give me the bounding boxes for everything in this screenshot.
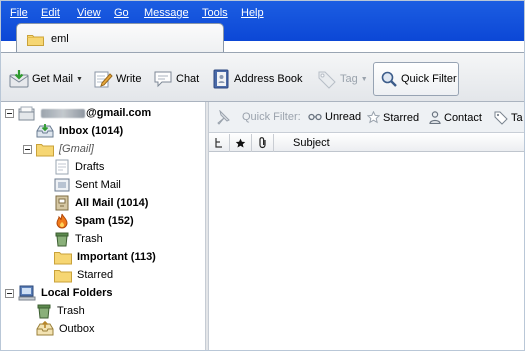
folder-inbox[interactable]: Inbox (1014) bbox=[36, 122, 123, 140]
archive-icon bbox=[55, 195, 69, 211]
tag-button[interactable]: Tag ▼ bbox=[317, 68, 368, 90]
star-icon bbox=[235, 138, 246, 148]
get-mail-button[interactable]: Get Mail ▼ bbox=[9, 68, 83, 90]
drafts-icon bbox=[55, 159, 69, 175]
sent-mail-icon bbox=[54, 178, 70, 192]
collapse-local-twisty-icon[interactable] bbox=[5, 289, 14, 298]
folder-icon bbox=[54, 269, 72, 282]
folder-outbox[interactable]: Outbox bbox=[36, 320, 94, 338]
write-icon bbox=[94, 71, 113, 88]
get-mail-icon bbox=[9, 70, 29, 88]
folder-important[interactable]: Important (113) bbox=[54, 248, 156, 266]
collapse-gmail-twisty-icon[interactable] bbox=[23, 145, 32, 154]
filter-contact-button[interactable]: Contact bbox=[429, 111, 482, 124]
menu-file[interactable]: File bbox=[10, 7, 28, 19]
quick-filter-button[interactable]: Quick Filter bbox=[373, 62, 459, 96]
thread-pane: Quick Filter: Unread Starred Contact Ta bbox=[209, 102, 524, 350]
filter-unread-button[interactable]: Unread bbox=[308, 111, 361, 123]
sticky-pin-icon[interactable] bbox=[214, 110, 233, 126]
address-book-button[interactable]: Address Book bbox=[211, 68, 302, 90]
thread-icon bbox=[215, 138, 222, 148]
magnifier-icon bbox=[381, 71, 397, 87]
menu-view[interactable]: View bbox=[77, 7, 101, 19]
thunderbird-window: File Edit View Go Message Tools Help eml… bbox=[0, 0, 525, 351]
glasses-icon bbox=[308, 113, 322, 121]
account-icon bbox=[18, 106, 35, 121]
tab-eml[interactable]: eml bbox=[16, 23, 224, 53]
folder-trash[interactable]: Trash bbox=[54, 230, 103, 248]
folder-sent-mail[interactable]: Sent Mail bbox=[54, 176, 121, 194]
write-button[interactable]: Write bbox=[93, 68, 141, 90]
quick-filter-label: Quick Filter: bbox=[242, 111, 301, 123]
folder-icon bbox=[27, 33, 44, 49]
inbox-icon bbox=[36, 124, 54, 138]
trash-icon bbox=[37, 304, 51, 319]
star-icon bbox=[367, 111, 380, 124]
filter-starred-button[interactable]: Starred bbox=[367, 111, 419, 124]
contact-person-icon bbox=[429, 111, 441, 124]
folder-pane: @gmail.com Inbox (1014) [Gmail] Drafts S… bbox=[1, 102, 205, 350]
folder-icon bbox=[54, 251, 72, 264]
menu-edit[interactable]: Edit bbox=[41, 7, 60, 19]
folder-starred[interactable]: Starred bbox=[54, 266, 113, 284]
tag-icon bbox=[494, 111, 508, 125]
menu-message[interactable]: Message bbox=[144, 7, 189, 19]
folder-all-mail[interactable]: All Mail (1014) bbox=[54, 194, 148, 212]
folder-local-folders[interactable]: Local Folders bbox=[18, 284, 113, 302]
folder-account-gmail[interactable]: @gmail.com bbox=[18, 104, 151, 122]
spam-flame-icon bbox=[56, 213, 68, 229]
redacted-username bbox=[41, 108, 85, 118]
folder-spam[interactable]: Spam (152) bbox=[54, 212, 134, 230]
chat-bubble-icon bbox=[154, 71, 172, 88]
column-thread[interactable] bbox=[209, 134, 230, 152]
main-toolbar: Get Mail ▼ Write Chat Address Book Tag ▼… bbox=[1, 52, 524, 102]
menu-tools[interactable]: Tools bbox=[202, 7, 228, 19]
collapse-twisty-icon[interactable] bbox=[5, 109, 14, 118]
folder-drafts[interactable]: Drafts bbox=[54, 158, 104, 176]
tag-dropdown-icon: ▼ bbox=[360, 75, 368, 83]
quick-filter-bar: Quick Filter: Unread Starred Contact Ta bbox=[209, 102, 524, 133]
computer-icon bbox=[18, 285, 36, 301]
folder-local-trash[interactable]: Trash bbox=[36, 302, 85, 320]
thread-column-header: Subject bbox=[209, 134, 524, 152]
outbox-icon bbox=[36, 321, 54, 336]
menu-go[interactable]: Go bbox=[114, 7, 129, 19]
column-attachment[interactable] bbox=[252, 134, 274, 152]
paperclip-icon bbox=[258, 137, 266, 149]
tag-icon bbox=[318, 71, 336, 89]
filter-tags-button[interactable]: Ta bbox=[494, 111, 523, 125]
address-book-icon bbox=[213, 69, 229, 89]
chevron-down-icon[interactable]: ▼ bbox=[76, 76, 83, 83]
folder-gmail[interactable]: [Gmail] bbox=[36, 140, 94, 158]
column-subject[interactable]: Subject bbox=[293, 137, 330, 149]
chat-button[interactable]: Chat bbox=[153, 68, 199, 90]
menu-help[interactable]: Help bbox=[241, 7, 264, 19]
trash-icon bbox=[55, 232, 69, 247]
tab-label: eml bbox=[51, 33, 69, 45]
folder-icon bbox=[36, 143, 54, 156]
column-starred[interactable] bbox=[230, 134, 252, 152]
